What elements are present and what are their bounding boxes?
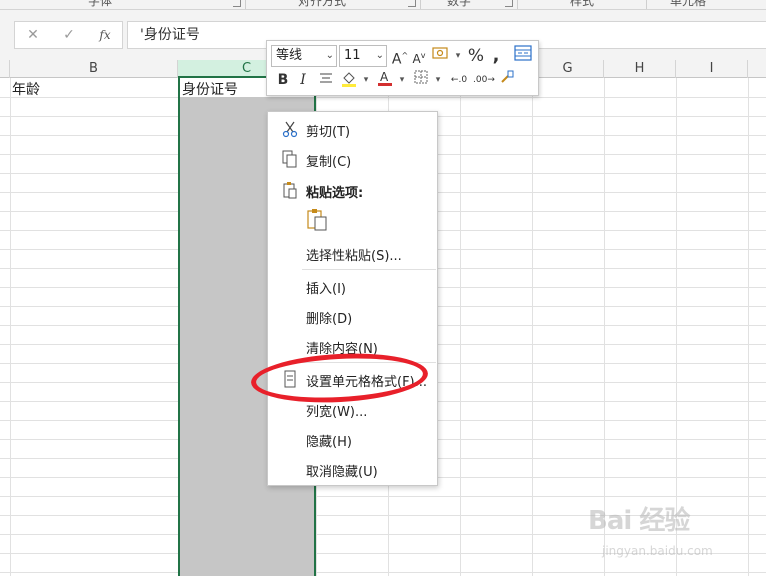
grid-line [532, 78, 533, 576]
watermark-url: jingyan.baidu.com [602, 544, 713, 558]
increase-font-size-icon[interactable]: A^ [391, 45, 409, 68]
dialog-launcher-icon[interactable] [233, 0, 241, 7]
ribbon-group-cells: 单元格 [670, 0, 707, 8]
cell-b1-text: 年龄 [12, 82, 40, 98]
copy-icon [282, 150, 298, 168]
menu-item-copy[interactable]: 复制(C) [268, 145, 437, 173]
chevron-down-icon[interactable]: ▾ [361, 69, 371, 91]
percent-style-icon[interactable]: % [467, 45, 485, 67]
ribbon-separator [420, 0, 421, 9]
menu-separator [302, 269, 436, 270]
svg-text:A: A [380, 70, 389, 84]
ribbon-group-styles: 样式 [570, 0, 595, 8]
menu-item-label: 列宽(W)... [306, 405, 368, 420]
chevron-down-icon[interactable]: ▾ [453, 45, 463, 67]
menu-item-paste-special[interactable]: 选择性粘贴(S)... [268, 239, 437, 267]
watermark-brand: Bai 经验 [588, 506, 690, 536]
italic-icon[interactable]: I [295, 69, 311, 91]
menu-item-label: 粘贴选项: [306, 186, 364, 201]
menu-item-label: 选择性粘贴(S)... [306, 249, 402, 264]
scissors-icon [282, 120, 298, 138]
grid-line [460, 78, 461, 576]
column-header-g[interactable]: G [532, 60, 604, 78]
menu-item-cut[interactable]: 剪切(T) [268, 115, 437, 143]
ribbon-group-alignment: 对齐方式 [298, 0, 347, 8]
cell-c1-text: 身份证号 [182, 82, 238, 98]
menu-item-label: 取消隐藏(U) [306, 465, 378, 480]
ribbon-strip: 字体 对齐方式 数字 样式 单元格 [0, 0, 766, 10]
paste-option-keep-formatting[interactable] [268, 204, 437, 238]
center-align-icon[interactable] [317, 69, 335, 91]
ribbon-separator [245, 0, 246, 9]
bold-icon[interactable]: B [275, 69, 291, 91]
increase-decimal-icon[interactable]: ←.0 [449, 69, 469, 91]
ribbon-group-font: 字体 [88, 0, 113, 8]
context-menu: 剪切(T) 复制(C) 粘贴选项: 选择性粘贴(S)... 插入(I) 删除(D… [267, 111, 438, 486]
check-icon[interactable]: ✓ [59, 26, 79, 44]
comma-style-icon[interactable]: , [489, 45, 503, 67]
watermark: Bai 经验 jingyan.baidu.com [588, 492, 758, 572]
ribbon-separator [517, 0, 518, 9]
chevron-down-icon: ⌄ [375, 50, 384, 61]
clipboard-icon [282, 181, 298, 199]
menu-item-label: 插入(I) [306, 282, 346, 297]
ribbon-group-number: 数字 [447, 0, 472, 8]
decrease-decimal-icon[interactable]: .00→ [473, 69, 495, 91]
ribbon-separator [646, 0, 647, 9]
close-icon[interactable]: ✕ [23, 26, 43, 44]
column-header-j[interactable] [748, 60, 766, 78]
chevron-down-icon[interactable]: ▾ [433, 69, 443, 91]
menu-item-label: 隐藏(H) [306, 435, 352, 450]
menu-item-hide[interactable]: 隐藏(H) [268, 425, 437, 453]
font-color-icon[interactable]: A [375, 69, 395, 91]
font-size-select[interactable]: 11 ⌄ [339, 45, 387, 67]
chevron-down-icon[interactable]: ▾ [397, 69, 407, 91]
menu-item-delete[interactable]: 删除(D) [268, 302, 437, 330]
grid-line [0, 97, 766, 98]
menu-item-unhide[interactable]: 取消隐藏(U) [268, 455, 437, 483]
font-name-value: 等线 [276, 48, 303, 63]
accounting-format-icon[interactable] [431, 45, 451, 67]
insert-function-icon[interactable]: fx [95, 26, 115, 44]
fill-color-icon[interactable] [339, 69, 359, 91]
paste-clipboard-icon [306, 208, 328, 236]
menu-item-paste-options: 粘贴选项: [268, 176, 437, 204]
menu-item-insert[interactable]: 插入(I) [268, 272, 437, 300]
row-header-corner[interactable] [0, 60, 10, 78]
grid-line [10, 78, 11, 576]
menu-item-label: 剪切(T) [306, 125, 351, 140]
menu-item-label: 复制(C) [306, 155, 352, 170]
column-header-h[interactable]: H [604, 60, 676, 78]
formula-controls: ✕ ✓ fx [14, 21, 123, 49]
dialog-launcher-icon[interactable] [505, 0, 513, 7]
format-painter-icon[interactable] [497, 69, 517, 91]
menu-item-label: 删除(D) [306, 312, 353, 327]
font-size-value: 11 [344, 48, 361, 63]
merge-center-icon[interactable] [513, 45, 533, 67]
column-header-b[interactable]: B [10, 60, 178, 78]
column-header-i[interactable]: I [676, 60, 748, 78]
font-name-select[interactable]: 等线 ⌄ [271, 45, 337, 67]
grid-line [0, 572, 766, 573]
borders-icon[interactable] [411, 69, 431, 91]
dialog-launcher-icon[interactable] [408, 0, 416, 7]
mini-toolbar: 等线 ⌄ 11 ⌄ A^ Av ▾ % , B I ▾ A ▾ ▾ ←.0 .0… [266, 40, 539, 96]
chevron-down-icon: ⌄ [325, 50, 334, 61]
decrease-font-size-icon[interactable]: Av [411, 45, 427, 67]
